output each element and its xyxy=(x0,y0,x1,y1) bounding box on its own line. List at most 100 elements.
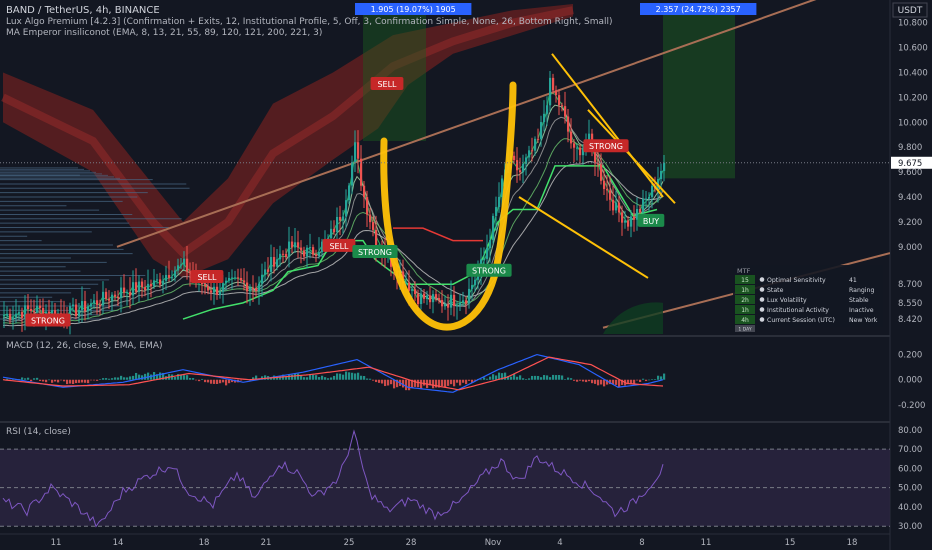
candle[interactable] xyxy=(348,185,351,201)
candle[interactable] xyxy=(288,241,291,258)
candle[interactable] xyxy=(318,251,321,257)
candle[interactable] xyxy=(312,247,315,255)
candle[interactable] xyxy=(144,287,147,291)
candle[interactable] xyxy=(339,216,342,221)
measure-label-2[interactable]: 2.357 (24.72%) 2357 xyxy=(640,3,757,15)
candle[interactable] xyxy=(285,253,288,258)
candle[interactable] xyxy=(411,289,414,291)
candle[interactable] xyxy=(156,279,159,281)
candle[interactable] xyxy=(294,242,297,248)
candle[interactable] xyxy=(99,304,102,306)
candle[interactable] xyxy=(300,247,303,251)
candle[interactable] xyxy=(261,274,264,284)
measure-label-1[interactable]: 1.905 (19.07%) 1905 xyxy=(355,3,472,15)
candle[interactable] xyxy=(27,305,30,310)
candle[interactable] xyxy=(420,293,423,304)
candle[interactable] xyxy=(306,247,309,257)
candle[interactable] xyxy=(537,138,540,140)
candle[interactable] xyxy=(297,242,300,248)
candle[interactable] xyxy=(279,253,282,260)
candle[interactable] xyxy=(447,304,450,308)
candle[interactable] xyxy=(12,317,15,320)
candle[interactable] xyxy=(621,212,624,223)
candle[interactable] xyxy=(87,306,90,312)
candle[interactable] xyxy=(618,202,621,213)
candle[interactable] xyxy=(96,300,99,305)
candle[interactable] xyxy=(6,313,9,316)
signal-buy-label[interactable]: STRONG xyxy=(466,263,512,277)
candle[interactable] xyxy=(606,189,609,191)
candle[interactable] xyxy=(558,95,561,106)
candle[interactable] xyxy=(270,257,273,272)
candle[interactable] xyxy=(474,279,477,286)
candle[interactable] xyxy=(258,283,261,291)
candle[interactable] xyxy=(171,277,174,279)
candle[interactable] xyxy=(555,90,558,96)
candle[interactable] xyxy=(354,142,357,163)
candle[interactable] xyxy=(246,282,249,292)
candle[interactable] xyxy=(486,248,489,259)
candle[interactable] xyxy=(105,291,108,299)
candle[interactable] xyxy=(630,216,633,227)
candle[interactable] xyxy=(123,287,126,293)
candle[interactable] xyxy=(633,216,636,220)
candle[interactable] xyxy=(183,258,186,265)
signal-sell-label[interactable]: SELL xyxy=(190,269,224,283)
candle[interactable] xyxy=(519,170,522,173)
candle[interactable] xyxy=(168,274,171,278)
candle[interactable] xyxy=(465,300,468,304)
candle[interactable] xyxy=(468,288,471,304)
candle[interactable] xyxy=(570,131,573,144)
candle[interactable] xyxy=(450,294,453,308)
candle[interactable] xyxy=(93,300,96,304)
candle[interactable] xyxy=(345,200,348,217)
candle[interactable] xyxy=(219,291,222,295)
candle[interactable] xyxy=(375,229,378,248)
candle[interactable] xyxy=(303,250,306,257)
candle[interactable] xyxy=(141,281,144,288)
candle[interactable] xyxy=(549,77,552,106)
candle[interactable] xyxy=(366,197,369,215)
candle[interactable] xyxy=(363,185,366,198)
candle[interactable] xyxy=(627,220,630,227)
candle[interactable] xyxy=(453,294,456,306)
candle[interactable] xyxy=(186,258,189,272)
candle[interactable] xyxy=(234,277,237,279)
candle[interactable] xyxy=(207,286,210,291)
candle[interactable] xyxy=(84,301,87,312)
candle[interactable] xyxy=(531,150,534,152)
candle[interactable] xyxy=(444,304,447,307)
candle[interactable] xyxy=(645,198,648,200)
candle[interactable] xyxy=(414,289,417,295)
candle[interactable] xyxy=(513,155,516,161)
candle[interactable] xyxy=(609,190,612,200)
candle[interactable] xyxy=(492,215,495,241)
candle[interactable] xyxy=(276,259,279,267)
candle[interactable] xyxy=(222,283,225,292)
candle[interactable] xyxy=(489,240,492,249)
candle[interactable] xyxy=(267,269,270,272)
candle[interactable] xyxy=(210,290,213,293)
candle[interactable] xyxy=(249,287,252,292)
candle[interactable] xyxy=(120,287,123,299)
candle[interactable] xyxy=(567,116,570,132)
candle[interactable] xyxy=(597,163,600,165)
candle[interactable] xyxy=(309,247,312,249)
candle[interactable] xyxy=(153,280,156,287)
candle[interactable] xyxy=(651,185,654,198)
candle[interactable] xyxy=(39,305,42,308)
candle[interactable] xyxy=(33,311,36,313)
candle[interactable] xyxy=(483,258,486,260)
candle[interactable] xyxy=(81,301,84,310)
candle[interactable] xyxy=(135,282,138,292)
signal-buy-label[interactable]: STRONG xyxy=(352,245,398,259)
candle[interactable] xyxy=(9,313,12,320)
candle[interactable] xyxy=(90,303,93,307)
candle[interactable] xyxy=(522,163,525,173)
candle[interactable] xyxy=(495,207,498,216)
candle[interactable] xyxy=(429,295,432,303)
candle[interactable] xyxy=(114,294,117,297)
candle[interactable] xyxy=(216,286,219,295)
candle[interactable] xyxy=(3,315,6,317)
candle[interactable] xyxy=(204,284,207,287)
